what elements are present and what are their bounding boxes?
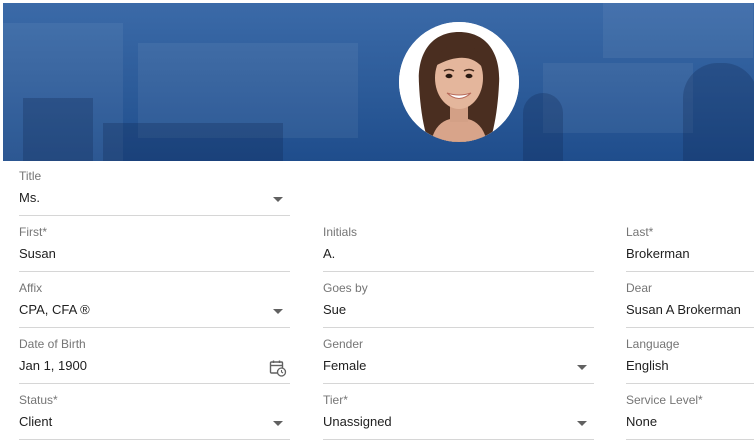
field-label: Title (19, 169, 42, 183)
tier-select[interactable]: Tier* Unassigned (323, 393, 594, 443)
field-value: A. (323, 246, 336, 261)
field-underline (323, 327, 594, 328)
person-photo-icon (399, 22, 519, 142)
field-label: Gender (323, 337, 364, 351)
status-select[interactable]: Status* Client (19, 393, 290, 443)
field-value: Female (323, 358, 367, 373)
profile-banner (3, 3, 754, 161)
chevron-down-icon[interactable] (273, 421, 283, 426)
calendar-clock-icon[interactable] (269, 359, 287, 377)
field-underline (626, 383, 754, 384)
field-value: Ms. (19, 190, 40, 205)
dear-field[interactable]: Dear Susan A Brokerman (626, 281, 754, 331)
field-value: Susan (19, 246, 56, 261)
title-select[interactable]: Title Ms. (19, 169, 290, 219)
field-label: Goes by (323, 281, 368, 295)
field-value: Jan 1, 1900 (19, 358, 87, 373)
language-select[interactable]: Language English (626, 337, 754, 387)
field-underline (19, 327, 290, 328)
field-value: Brokerman (626, 246, 690, 261)
affix-select[interactable]: Affix CPA, CFA ® (19, 281, 290, 331)
field-underline (626, 327, 754, 328)
banner-background-shape (603, 3, 753, 58)
field-label: Date of Birth (19, 337, 86, 351)
field-underline (19, 271, 290, 272)
field-underline (323, 383, 594, 384)
field-label: Tier* (323, 393, 348, 407)
field-label: First* (19, 225, 47, 239)
field-value: CPA, CFA ® (19, 302, 90, 317)
banner-background-shape (23, 98, 93, 161)
field-label: Status* (19, 393, 58, 407)
profile-avatar[interactable] (399, 22, 519, 142)
first-name-field[interactable]: First* Susan (19, 225, 290, 275)
gender-select[interactable]: Gender Female (323, 337, 594, 387)
field-value: Susan A Brokerman (626, 302, 741, 317)
field-value: Client (19, 414, 53, 429)
goes-by-field[interactable]: Goes by Sue (323, 281, 594, 331)
field-label: Language (626, 337, 680, 351)
chevron-down-icon[interactable] (577, 421, 587, 426)
field-value: Unassigned (323, 414, 392, 429)
banner-background-shape (683, 63, 754, 161)
field-underline (323, 271, 594, 272)
field-value: English (626, 358, 669, 373)
chevron-down-icon[interactable] (577, 365, 587, 370)
field-label: Affix (19, 281, 43, 295)
banner-background-shape (523, 93, 563, 161)
field-label: Service Level* (626, 393, 703, 407)
field-underline (626, 271, 754, 272)
last-name-field[interactable]: Last* Brokerman (626, 225, 754, 275)
field-label: Initials (323, 225, 358, 239)
chevron-down-icon[interactable] (273, 197, 283, 202)
field-label: Last* (626, 225, 654, 239)
field-value: Sue (323, 302, 347, 317)
initials-field[interactable]: Initials A. (323, 225, 594, 275)
field-underline (19, 215, 290, 216)
field-value: None (626, 414, 658, 429)
chevron-down-icon[interactable] (273, 309, 283, 314)
field-underline (626, 439, 754, 440)
field-underline (323, 439, 594, 440)
field-underline (19, 383, 290, 384)
field-underline (19, 439, 290, 440)
field-label: Dear (626, 281, 653, 295)
banner-background-shape (543, 63, 693, 133)
banner-background-shape (103, 123, 283, 161)
service-level-select[interactable]: Service Level* None (626, 393, 754, 443)
date-of-birth-field[interactable]: Date of Birth Jan 1, 1900 (19, 337, 290, 387)
